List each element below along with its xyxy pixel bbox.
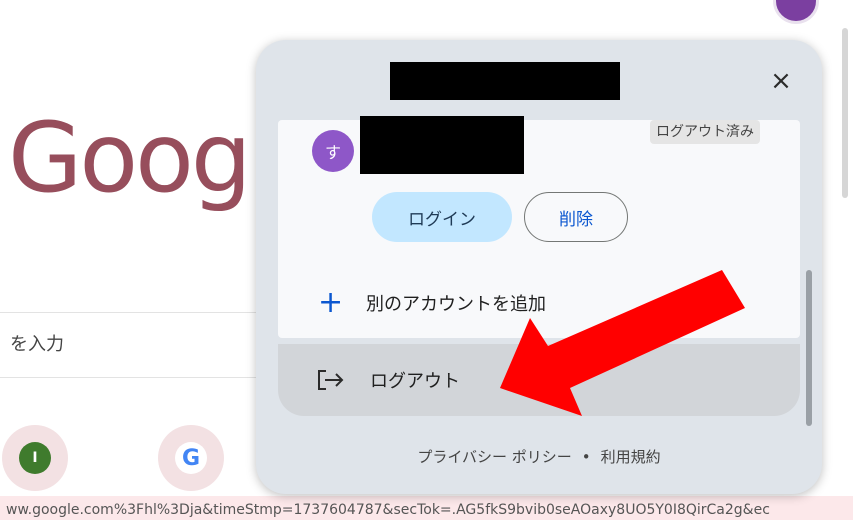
login-button[interactable]: ログイン: [372, 192, 512, 242]
shortcut-icon: I: [19, 442, 51, 474]
logout-button[interactable]: ログアウト: [278, 344, 800, 416]
logout-label: ログアウト: [370, 371, 460, 392]
status-badge: ログアウト済み: [650, 120, 760, 144]
terms-link[interactable]: 利用規約: [601, 448, 661, 466]
status-url-bar: ww.google.com%3Fhl%3Dja&timeStmp=1737604…: [0, 496, 853, 520]
google-logo: Goog: [8, 102, 252, 214]
profile-avatar[interactable]: [773, 0, 819, 24]
shortcut-tile[interactable]: G: [158, 425, 224, 491]
logout-icon: [316, 368, 346, 392]
account-popup: × す ログアウト済み ログイン 削除 + 別のアカウントを追加 ログアウト プ…: [256, 40, 822, 494]
add-account-button[interactable]: + 別のアカウントを追加: [278, 268, 800, 338]
delete-button[interactable]: 削除: [524, 192, 628, 242]
add-account-label: 別のアカウントを追加: [366, 294, 546, 315]
popup-footer: プライバシー ポリシー • 利用規約: [256, 446, 822, 467]
popup-scrollbar[interactable]: [806, 270, 812, 426]
plus-icon: +: [318, 285, 344, 320]
close-button[interactable]: ×: [764, 64, 798, 98]
google-g-icon: G: [175, 442, 207, 474]
search-placeholder: を入力: [10, 334, 64, 355]
footer-separator: •: [581, 448, 591, 466]
privacy-policy-link[interactable]: プライバシー ポリシー: [417, 448, 571, 466]
redacted-account-name: [360, 116, 524, 174]
shortcut-tile[interactable]: I: [2, 425, 68, 491]
redacted-email-header: [390, 62, 620, 100]
account-avatar: す: [312, 130, 354, 172]
page-scrollbar[interactable]: [842, 28, 848, 198]
